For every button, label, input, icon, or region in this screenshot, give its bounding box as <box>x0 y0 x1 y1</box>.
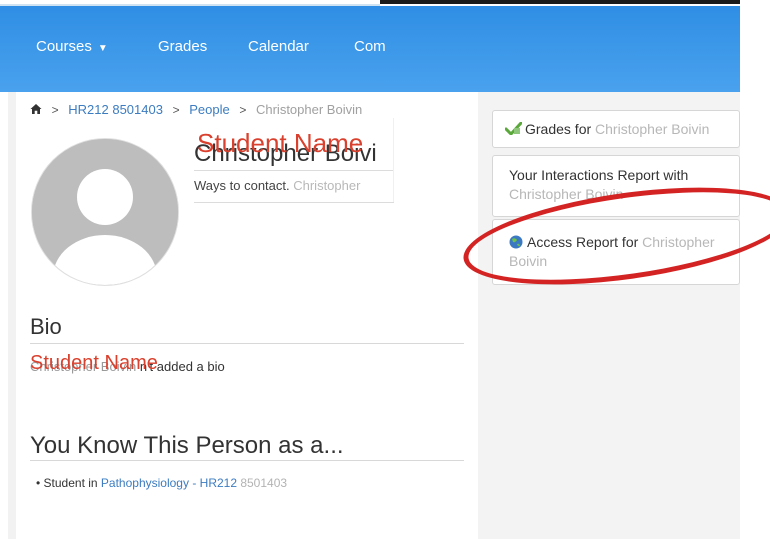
home-icon[interactable] <box>30 103 42 115</box>
you-know-heading: You Know This Person as a... <box>30 432 344 459</box>
contact-line: Ways to contact. Christopher <box>194 178 361 193</box>
default-avatar-icon <box>32 139 178 285</box>
grades-for-name: Christopher Boivin <box>595 121 710 137</box>
access-report-name-last: Boivin <box>509 253 548 269</box>
checkmark-icon <box>505 122 522 135</box>
interactions-report-label: Your Interactions Report with <box>509 167 689 183</box>
access-report-button[interactable]: Access Report for Christopher Boivin <box>492 219 740 285</box>
course-link-section: 8501403 <box>237 476 288 490</box>
breadcrumb-course-label: HR212 8501403 <box>68 102 163 117</box>
bullet-icon: • <box>36 476 44 490</box>
course-link[interactable]: Pathophysiology - HR212 8501403 <box>101 476 287 490</box>
globe-icon <box>509 235 523 249</box>
contact-divider-top <box>194 170 394 171</box>
global-nav-bar: Courses ▼ Grades Calendar Com <box>0 6 740 92</box>
grades-for-student-button[interactable]: Grades for Christopher Boivin <box>492 110 740 148</box>
contact-vertical-divider <box>393 118 394 202</box>
avatar <box>31 138 179 286</box>
nav-calendar[interactable]: Calendar <box>248 38 309 55</box>
grades-for-label: Grades for <box>525 121 596 137</box>
top-dark-bar <box>380 0 770 4</box>
breadcrumb: > HR212 8501403 > People > Christopher B… <box>30 102 362 117</box>
contact-divider-bottom <box>194 202 394 203</box>
contact-prefix: Ways to contact <box>194 178 286 193</box>
left-gutter <box>0 92 8 539</box>
left-gutter-shade <box>8 92 16 539</box>
breadcrumb-people-link[interactable]: People <box>189 102 229 117</box>
breadcrumb-separator-icon: > <box>172 103 180 117</box>
you-know-divider <box>30 460 464 461</box>
know-item-prefix: Student in <box>43 476 101 490</box>
breadcrumb-separator-icon: > <box>239 103 247 117</box>
contact-name: Christopher <box>293 178 361 193</box>
breadcrumb-person: Christopher Boivin <box>255 102 363 117</box>
nav-courses-menu[interactable]: Courses ▼ <box>36 38 108 55</box>
interactions-report-name: Christopher Boivin <box>509 186 624 202</box>
chevron-down-icon: ▼ <box>97 43 108 54</box>
bio-divider <box>30 343 464 344</box>
nav-courses-label: Courses <box>36 38 92 55</box>
access-report-name-first: Christopher <box>642 234 715 250</box>
right-edge <box>740 0 770 539</box>
access-report-label: Access Report for <box>527 234 643 250</box>
breadcrumb-course-link[interactable]: HR212 8501403 <box>68 102 163 117</box>
student-name-annotation: Student Name <box>197 128 364 158</box>
student-name-annotation-bio: Student Name <box>30 352 158 374</box>
nav-communication[interactable]: Com <box>354 38 386 55</box>
course-link-label: Pathophysiology - HR212 <box>100 476 237 490</box>
nav-grades[interactable]: Grades <box>158 38 207 55</box>
breadcrumb-separator-icon: > <box>51 103 59 117</box>
interactions-report-button[interactable]: Your Interactions Report with Christophe… <box>492 155 740 217</box>
bio-heading: Bio <box>30 314 62 339</box>
list-item: • Student in Pathophysiology - HR212 850… <box>36 476 287 490</box>
